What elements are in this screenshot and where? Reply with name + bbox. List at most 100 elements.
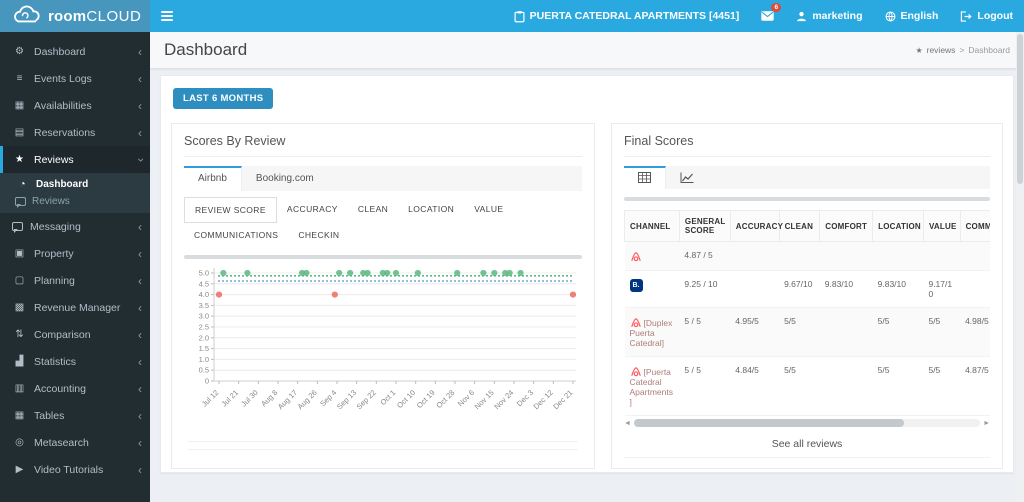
metric-tab-clean[interactable]: CLEAN bbox=[348, 197, 398, 223]
calendar-icon: ▦ bbox=[14, 100, 25, 111]
sidebar-item-accounting[interactable]: ▥ Accounting ‹ bbox=[0, 375, 150, 402]
user-menu[interactable]: marketing bbox=[785, 0, 873, 32]
sidebar-item-availabilities[interactable]: ▦ Availabilities ‹ bbox=[0, 92, 150, 119]
sidebar-item-messaging[interactable]: Messaging ‹ bbox=[0, 213, 150, 240]
metric-tab-accuracy[interactable]: ACCURACY bbox=[277, 197, 348, 223]
scroll-right-arrow[interactable]: ► bbox=[983, 420, 990, 427]
svg-text:1.0: 1.0 bbox=[199, 355, 209, 364]
sort-icon: ⇅ bbox=[15, 329, 24, 340]
review-dot[interactable] bbox=[454, 269, 461, 277]
see-all-reviews-link[interactable]: See all reviews bbox=[624, 429, 990, 458]
channel-tab-booking.com[interactable]: Booking.com bbox=[242, 166, 328, 191]
review-dot[interactable] bbox=[331, 291, 338, 298]
final-scores-table-wrap: CHANNEL GENERAL SCORE ACCURACY CLEAN COMFORT… bbox=[624, 210, 990, 416]
divider bbox=[624, 156, 990, 157]
scrollbar-track[interactable] bbox=[633, 419, 981, 427]
review-dot[interactable] bbox=[336, 269, 343, 277]
metric-tab-value[interactable]: VALUE bbox=[464, 197, 513, 223]
globe-icon bbox=[885, 11, 895, 21]
svg-text:0: 0 bbox=[205, 377, 209, 386]
sidebar-item-comparison[interactable]: ⇅ Comparison ‹ bbox=[0, 321, 150, 348]
table-header: CHANNEL GENERAL SCORE ACCURACY CLEAN COMFORT… bbox=[624, 210, 990, 242]
review-dot[interactable] bbox=[215, 291, 223, 298]
chevron-left-icon: ‹ bbox=[138, 435, 142, 450]
review-dot[interactable] bbox=[491, 269, 498, 277]
sidebar-item-dashboard[interactable]: ⚙ Dashboard ‹ bbox=[0, 38, 150, 65]
review-dot[interactable] bbox=[220, 269, 227, 277]
sidebar-item-statistics[interactable]: ▟ Statistics ‹ bbox=[0, 348, 150, 375]
last-6-months-button[interactable]: LAST 6 MONTHS bbox=[173, 88, 274, 109]
sidebar-subitem-dashboard[interactable]: ◔ Dashboard bbox=[0, 176, 150, 193]
review-dot[interactable] bbox=[303, 269, 310, 277]
review-dot[interactable] bbox=[244, 269, 251, 277]
column-header-location: LOCATION bbox=[872, 210, 924, 242]
review-dot[interactable] bbox=[480, 269, 487, 277]
scrollbar-thumb[interactable] bbox=[633, 419, 904, 427]
page-title: Dashboard bbox=[164, 40, 248, 59]
metric-tab-communications[interactable]: COMMUNICATIONS bbox=[184, 223, 288, 247]
page-scrollbar-thumb[interactable] bbox=[1017, 34, 1023, 184]
metric-tab-checkin[interactable]: CHECKIN bbox=[288, 223, 349, 247]
score-cell: 5/5 bbox=[779, 307, 820, 357]
table-view-tab[interactable] bbox=[624, 166, 666, 189]
score-cell: 5/5 bbox=[872, 307, 924, 357]
review-dot[interactable] bbox=[392, 269, 400, 277]
score-cell: 4.87 / 5 bbox=[679, 241, 731, 271]
sidebar-item-revenue-manager[interactable]: ▩ Revenue Manager ‹ bbox=[0, 294, 150, 321]
chevron-left-icon: ‹ bbox=[138, 219, 142, 234]
property-selector[interactable]: PUERTA CATEDRAL APARTMENTS [4451] bbox=[503, 0, 751, 32]
messages-button[interactable]: 6 bbox=[750, 0, 785, 32]
svg-text:Jul 12: Jul 12 bbox=[200, 388, 221, 409]
review-dot[interactable] bbox=[414, 269, 421, 277]
star-icon: ★ bbox=[15, 154, 24, 165]
channel-tab-airbnb[interactable]: Airbnb bbox=[184, 166, 242, 191]
metric-tab-review-score[interactable]: REVIEW SCORE bbox=[184, 197, 277, 223]
score-cell bbox=[923, 241, 961, 271]
review-dot[interactable] bbox=[384, 269, 391, 277]
scores-panel-title: Scores By Review bbox=[184, 134, 286, 148]
sidebar-toggle-button[interactable] bbox=[150, 0, 184, 32]
sidebar-item-reservations[interactable]: ▤ Reservations ‹ bbox=[0, 119, 150, 146]
review-dot[interactable] bbox=[364, 269, 371, 277]
chart-view-tab[interactable] bbox=[666, 166, 708, 189]
sidebar-item-video-tutorials[interactable]: ▶ Video Tutorials ‹ bbox=[0, 456, 150, 483]
sidebar-item-planning[interactable]: ▢ Planning ‹ bbox=[0, 267, 150, 294]
table-horizontal-scrollbar[interactable]: ◄ ► bbox=[624, 419, 990, 427]
score-cell: 5/5 bbox=[779, 356, 820, 416]
brand-logo[interactable]: roomCLOUD bbox=[0, 0, 150, 32]
calculator-icon: ▩ bbox=[14, 302, 25, 313]
language-menu[interactable]: English bbox=[874, 0, 950, 32]
svg-text:4.0: 4.0 bbox=[199, 290, 209, 299]
user-icon bbox=[797, 11, 807, 21]
sidebar-item-property[interactable]: ▣ Property ‹ bbox=[0, 240, 150, 267]
review-score-chart: 5.04.54.03.53.02.52.01.51.00.50Jul 12 Jul… bbox=[199, 268, 577, 411]
chevron-left-icon: ‹ bbox=[138, 273, 142, 288]
channel-cell: [Duplex Puerta Catedral] bbox=[624, 307, 680, 357]
sidebar-subitem-reviews[interactable]: Reviews bbox=[0, 193, 150, 210]
logout-button[interactable]: Logout bbox=[949, 0, 1024, 32]
score-cell: 5 / 5 bbox=[679, 307, 731, 357]
scroll-left-arrow[interactable]: ◄ bbox=[624, 420, 631, 427]
page-scrollbar[interactable] bbox=[1016, 32, 1024, 502]
sidebar-item-events-logs[interactable]: ≡ Events Logs ‹ bbox=[0, 65, 150, 92]
score-cell: 4.98/5 bbox=[960, 307, 990, 357]
sidebar-item-reviews[interactable]: ★ Reviews ‹ bbox=[0, 146, 150, 173]
sidebar-item-label: Messaging bbox=[30, 220, 81, 233]
svg-text:5.0: 5.0 bbox=[199, 269, 209, 278]
svg-text:Aug 26: Aug 26 bbox=[296, 388, 319, 411]
metric-tab-location[interactable]: LOCATION bbox=[398, 197, 464, 223]
clipboard-icon: ▣ bbox=[14, 248, 25, 259]
sidebar-item-metasearch[interactable]: ◎ Metasearch ‹ bbox=[0, 429, 150, 456]
review-dot[interactable] bbox=[347, 269, 354, 277]
review-dot[interactable] bbox=[569, 291, 577, 298]
score-cell bbox=[730, 241, 780, 271]
line-chart-icon bbox=[680, 172, 694, 183]
score-cell: 4.87/5 bbox=[960, 356, 990, 416]
review-dot[interactable] bbox=[517, 269, 524, 277]
sidebar-item-tables[interactable]: ▦ Tables ‹ bbox=[0, 402, 150, 429]
breadcrumb-reviews-link[interactable]: reviews bbox=[927, 45, 956, 55]
breadcrumb-current: Dashboard bbox=[968, 45, 1010, 55]
review-dot[interactable] bbox=[506, 269, 513, 277]
dashboard-card: LAST 6 MONTHS Scores By Review Airbnb Boo… bbox=[160, 75, 1014, 473]
chevron-left-icon: ‹ bbox=[138, 125, 142, 140]
